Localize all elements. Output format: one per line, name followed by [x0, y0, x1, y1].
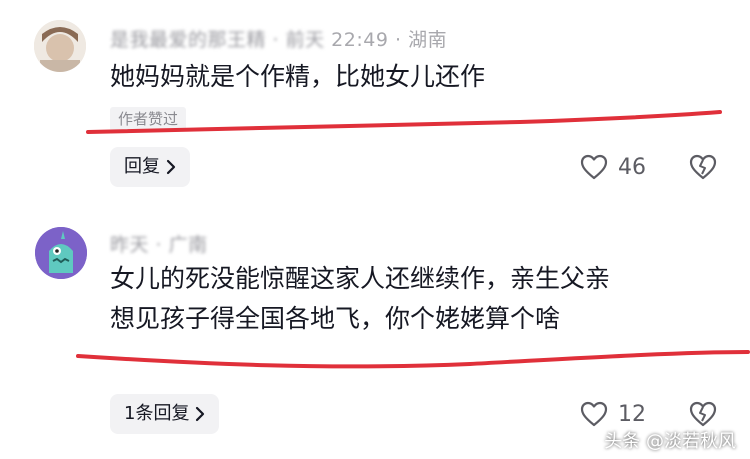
comment-author-blurred: 是我最爱的那王精 · 前天 [110, 29, 325, 51]
heart-outline-icon [580, 154, 608, 180]
comment-meta: 昨天 · 广南 [110, 230, 208, 257]
like-button[interactable]: 12 [580, 401, 646, 427]
red-underline [86, 110, 722, 134]
reply-label: 1条回复 [124, 403, 190, 424]
avatar-image [34, 20, 86, 72]
view-replies-button[interactable]: 1条回复 [110, 394, 220, 434]
like-button[interactable]: 46 [580, 154, 646, 180]
heart-outline-icon [580, 401, 608, 427]
reply-button[interactable]: 回复 [110, 147, 190, 187]
reply-label: 回复 [124, 156, 160, 177]
comment-author-blurred: 昨天 · 广南 [110, 234, 208, 256]
avatar[interactable] [34, 20, 86, 72]
comment-line: 她妈妈就是个作精，比她女儿还作 [110, 62, 486, 91]
comment-meta: 是我最爱的那王精 · 前天 22:49 · 湖南 [110, 25, 447, 52]
chevron-right-icon [166, 159, 176, 175]
chevron-right-icon [195, 406, 205, 422]
comment-line: 女儿的死没能惊醒这家人还继续作，亲生父亲 [110, 264, 611, 293]
broken-heart-icon [689, 154, 717, 180]
meta-separator: · [394, 29, 402, 51]
comment-text: 她妈妈就是个作精，比她女儿还作 [110, 57, 485, 97]
comment-location: 湖南 [408, 29, 448, 51]
avatar[interactable] [35, 227, 87, 279]
avatar-image [35, 227, 87, 279]
like-count: 46 [618, 154, 646, 180]
red-underline [76, 350, 750, 369]
broken-heart-icon [689, 401, 717, 427]
watermark: 头条 @淡若秋风 [604, 431, 736, 452]
dislike-button[interactable] [689, 154, 717, 180]
like-count: 12 [618, 401, 646, 427]
dislike-button[interactable] [689, 401, 717, 427]
comment-line: 想见孩子得全国各地飞，你个姥姥算个啥 [110, 304, 561, 333]
comment-time: 22:49 [331, 29, 389, 51]
comment-text: 女儿的死没能惊醒这家人还继续作，亲生父亲 想见孩子得全国各地飞，你个姥姥算个啥 [110, 259, 610, 339]
